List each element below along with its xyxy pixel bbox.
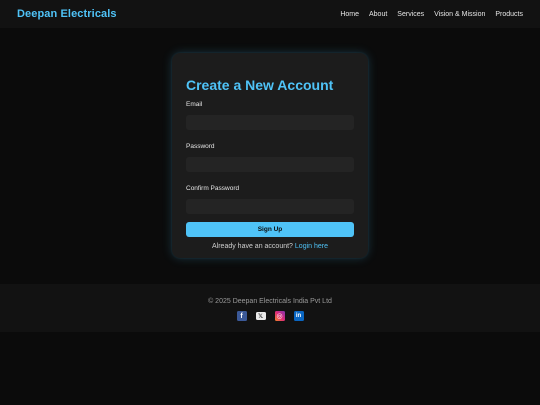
page-title: Create a New Account <box>186 77 334 93</box>
email-label: Email <box>186 101 203 108</box>
nav-products[interactable]: Products <box>495 11 523 18</box>
email-field[interactable] <box>186 115 354 130</box>
brand-logo[interactable]: Deepan Electricals <box>17 8 117 20</box>
login-link[interactable]: Login here <box>295 243 328 250</box>
main-nav: Home About Services Vision & Mission Pro… <box>330 11 523 18</box>
linkedin-icon[interactable]: in <box>293 311 304 321</box>
social-links: f 𝕏 ◎ in <box>0 311 540 321</box>
password-label: Password <box>186 143 215 150</box>
nav-vision-mission[interactable]: Vision & Mission <box>434 11 485 18</box>
instagram-icon[interactable]: ◎ <box>274 311 285 321</box>
nav-services[interactable]: Services <box>397 11 424 18</box>
password-field[interactable] <box>186 157 354 172</box>
site-footer: © 2025 Deepan Electricals India Pvt Ltd … <box>0 284 540 332</box>
site-header: Deepan Electricals Home About Services V… <box>0 0 540 28</box>
signup-button[interactable]: Sign Up <box>186 222 354 237</box>
copyright-text: © 2025 Deepan Electricals India Pvt Ltd <box>208 298 332 305</box>
confirm-password-field[interactable] <box>186 199 354 214</box>
login-prompt: Already have an account? Login here <box>186 243 354 250</box>
x-twitter-icon[interactable]: 𝕏 <box>255 312 266 320</box>
facebook-icon[interactable]: f <box>236 311 247 321</box>
signup-card: Create a New Account Email Password Conf… <box>172 53 368 258</box>
confirm-password-label: Confirm Password <box>186 185 240 192</box>
nav-home[interactable]: Home <box>340 11 359 18</box>
login-prompt-text: Already have an account? <box>212 243 293 250</box>
nav-about[interactable]: About <box>369 11 387 18</box>
